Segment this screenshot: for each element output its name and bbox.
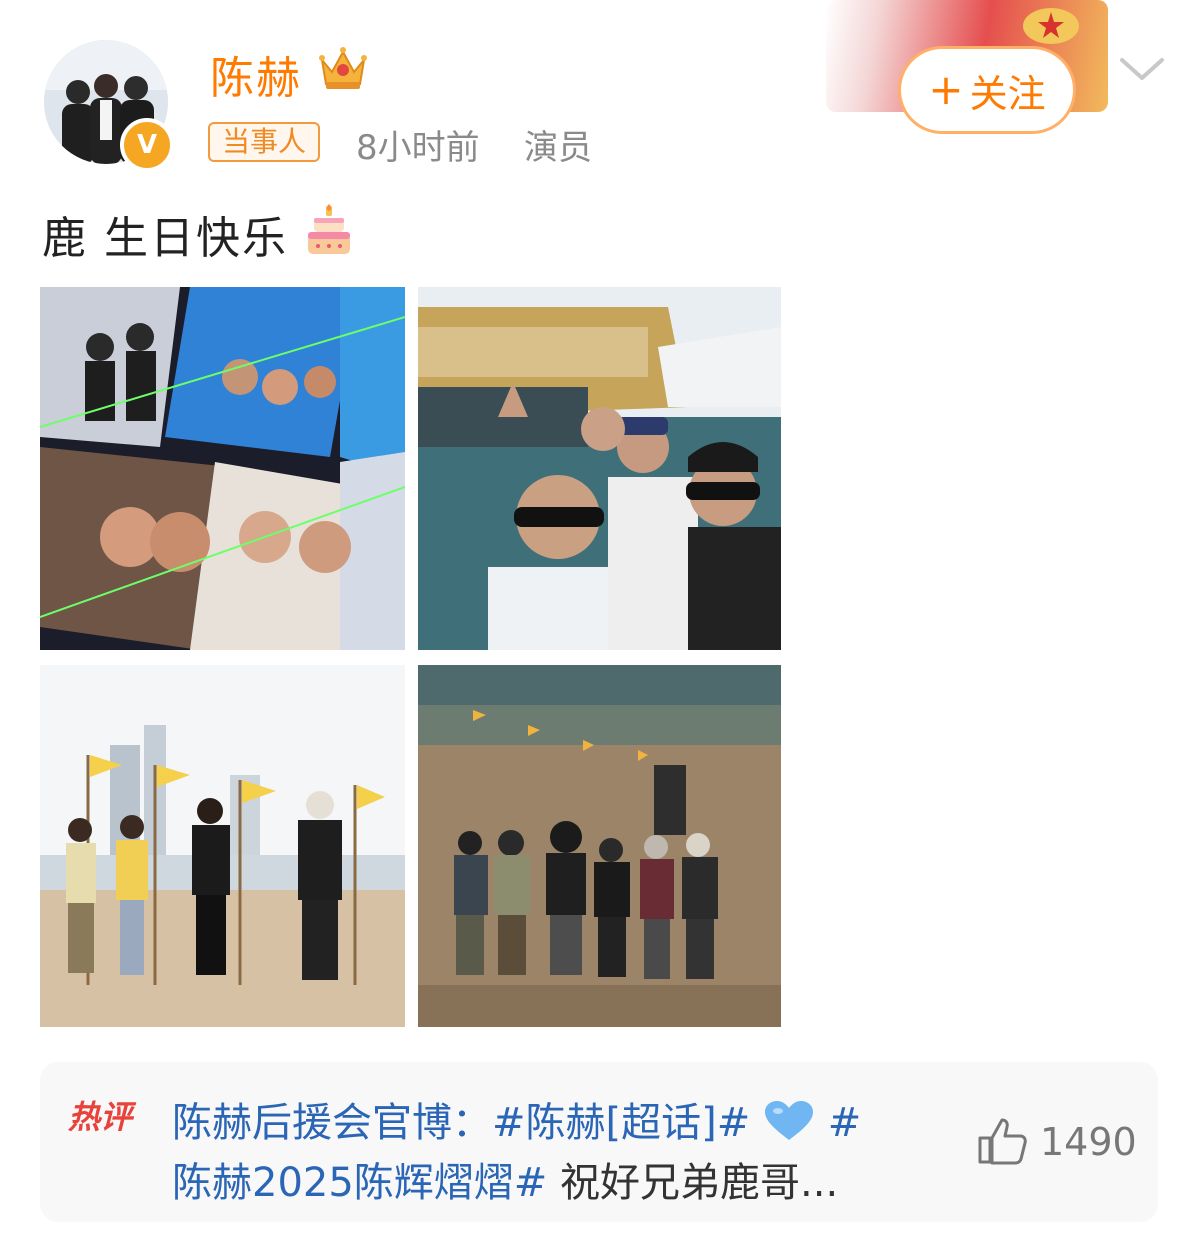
photo-beach-flags-group[interactable] (40, 665, 405, 1027)
comment-topic-2[interactable]: 陈赫2025陈辉熠熠# (172, 1160, 547, 1206)
star-badge-icon (1023, 8, 1079, 44)
party-tag: 当事人 (208, 122, 321, 162)
hot-comment-label: 热评 (68, 1098, 133, 1136)
post-time: 8小时前 (356, 128, 480, 168)
username[interactable]: 陈赫 (210, 42, 302, 106)
plus-icon: + (928, 65, 964, 114)
comment-author-topic[interactable]: 陈赫后援会官博：#陈赫[超话]# (172, 1100, 750, 1146)
chevron-down-icon[interactable] (1118, 54, 1166, 84)
user-role: 演员 (524, 128, 592, 168)
comment-line-2: 陈赫2025陈辉熠熠# 祝好兄弟鹿哥... (172, 1150, 838, 1208)
photo-collage-cards[interactable] (40, 287, 405, 650)
comment-text: 祝好兄弟鹿哥... (560, 1160, 839, 1206)
comment-line-1: 陈赫后援会官博：#陈赫[超话]# # (172, 1090, 861, 1148)
crown-icon (319, 47, 367, 89)
blue-heart-icon (764, 1101, 813, 1140)
weibo-post: V 陈赫 当事人 8小时前 演员 + 关注 鹿 生日快乐 热评 陈赫后援会官博：… (0, 0, 1200, 1260)
photo-group-selfie-boat[interactable] (418, 287, 781, 650)
comment-topic-hash[interactable]: # (828, 1100, 862, 1146)
cake-icon (308, 204, 350, 254)
hot-comment[interactable]: 热评 陈赫后援会官博：#陈赫[超话]# # 陈赫2025陈辉熠熠# 祝好兄弟鹿哥… (40, 1062, 1158, 1222)
photo-beach-walking-group[interactable] (418, 665, 781, 1027)
post-text: 鹿 生日快乐 (42, 213, 288, 264)
verified-badge: V (120, 118, 174, 172)
follow-button[interactable]: + 关注 (898, 46, 1076, 134)
thumbs-up-icon[interactable] (976, 1116, 1028, 1166)
follow-label: 关注 (969, 71, 1046, 116)
verified-mark: V (136, 130, 158, 160)
like-count: 1490 (1040, 1120, 1137, 1164)
